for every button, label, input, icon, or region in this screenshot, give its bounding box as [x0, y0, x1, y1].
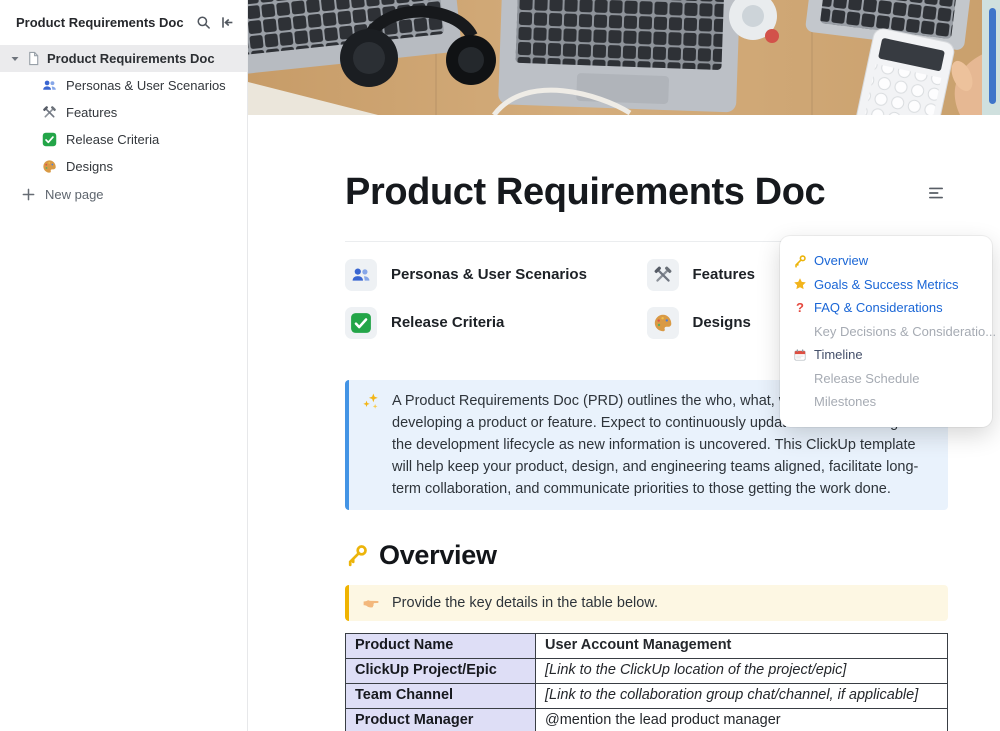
new-page-label: New page [45, 187, 104, 202]
check-icon [42, 132, 57, 147]
users-icon [345, 258, 377, 291]
table-row: Team Channel [Link to the collaboration … [345, 682, 948, 709]
toc-item-faq[interactable]: ? FAQ & Considerations [793, 296, 979, 320]
check-icon [345, 306, 377, 339]
users-icon [42, 78, 57, 93]
sidebar-item-designs[interactable]: Designs [0, 153, 247, 180]
toc-item-milestones[interactable]: Milestones [793, 390, 979, 414]
sidebar-item-label: Features [66, 105, 118, 120]
sidebar-item-label: Product Requirements Doc [47, 51, 215, 66]
sidebar: Product Requirements Doc Product Require… [0, 0, 248, 731]
main-area: Product Requirements Doc Personas & User… [248, 0, 1000, 731]
pointing-right-icon [362, 594, 380, 614]
star-icon [793, 277, 807, 291]
key-icon [793, 254, 807, 268]
overview-table: Product Name User Account Management Cli… [345, 632, 948, 731]
table-cell-value[interactable]: User Account Management [535, 632, 948, 659]
toc-item-label: Milestones [814, 394, 877, 410]
collapse-sidebar-icon[interactable] [220, 15, 235, 30]
toc-popup: Overview Goals & Success Metrics ? FAQ &… [780, 236, 996, 427]
table-row: ClickUp Project/Epic [Link to the ClickU… [345, 657, 948, 684]
sidebar-doc-title: Product Requirements Doc [16, 15, 184, 30]
toc-item-release-schedule[interactable]: Release Schedule [793, 367, 979, 391]
sidebar-header: Product Requirements Doc [0, 0, 247, 43]
question-icon: ? [796, 299, 804, 315]
toc-item-goals[interactable]: Goals & Success Metrics [793, 273, 979, 297]
new-page-button[interactable]: New page [0, 181, 247, 208]
toc-item-label: Overview [814, 253, 869, 269]
key-icon [345, 543, 369, 567]
toc-item-label: Goals & Success Metrics [814, 276, 959, 292]
page-icon [26, 51, 41, 66]
sidebar-item-product-requirements-doc[interactable]: Product Requirements Doc [0, 45, 247, 72]
sidebar-item-features[interactable]: Features [0, 99, 247, 126]
tools-icon [42, 105, 57, 120]
toc-item-label: Release Schedule [814, 370, 920, 386]
link-label: Release Criteria [391, 314, 505, 332]
sidebar-item-label: Personas & User Scenarios [66, 78, 226, 93]
palette-icon [42, 159, 57, 174]
table-row: Product Name User Account Management [345, 632, 948, 659]
link-label: Designs [692, 314, 751, 332]
plus-icon [21, 187, 36, 202]
page-tree: Product Requirements Doc Personas & User… [0, 45, 247, 180]
sidebar-item-personas[interactable]: Personas & User Scenarios [0, 72, 247, 99]
chevron-down-icon[interactable] [10, 54, 20, 64]
sidebar-item-label: Designs [66, 159, 113, 174]
overview-heading-text: Overview [379, 539, 497, 570]
table-cell-value[interactable]: @mention the lead product manager [535, 707, 948, 731]
link-personas[interactable]: Personas & User Scenarios [345, 251, 647, 299]
overview-heading: Overview [345, 540, 948, 571]
link-label: Personas & User Scenarios [391, 266, 587, 284]
sidebar-item-label: Release Criteria [66, 132, 160, 147]
toc-item-label: Key Decisions & Consideratio... [814, 323, 997, 339]
toc-item-label: Timeline [814, 347, 863, 363]
sparkles-icon [362, 392, 380, 500]
table-row: Product Manager @mention the lead produc… [345, 707, 948, 731]
table-cell-label[interactable]: Product Manager [345, 707, 536, 731]
link-release-criteria[interactable]: Release Criteria [345, 299, 647, 347]
palette-icon [646, 306, 679, 339]
tools-icon [646, 258, 679, 291]
table-cell-label[interactable]: Product Name [345, 632, 536, 659]
app-window: Product Requirements Doc Product Require… [0, 0, 1000, 731]
calendar-icon [793, 348, 807, 362]
search-icon[interactable] [196, 15, 211, 30]
table-cell-label[interactable]: Team Channel [345, 682, 536, 709]
cover-image [248, 0, 1000, 115]
toc-item-key-decisions[interactable]: Key Decisions & Consideratio... [793, 320, 996, 344]
table-cell-value[interactable]: [Link to the ClickUp location of the pro… [535, 657, 948, 684]
tip-callout-text: Provide the key details in the table bel… [392, 594, 658, 611]
table-cell-label[interactable]: ClickUp Project/Epic [345, 657, 536, 684]
toc-item-overview[interactable]: Overview [793, 249, 979, 273]
toc-item-label: FAQ & Considerations [814, 300, 943, 316]
page-title: Product Requirements Doc [345, 171, 826, 213]
link-label: Features [692, 266, 756, 284]
toc-item-timeline[interactable]: Timeline [793, 343, 979, 367]
table-of-contents-icon[interactable] [924, 181, 948, 205]
table-cell-value[interactable]: [Link to the collaboration group chat/ch… [535, 682, 948, 709]
sidebar-item-release-criteria[interactable]: Release Criteria [0, 126, 247, 153]
tip-callout: Provide the key details in the table bel… [345, 584, 948, 621]
